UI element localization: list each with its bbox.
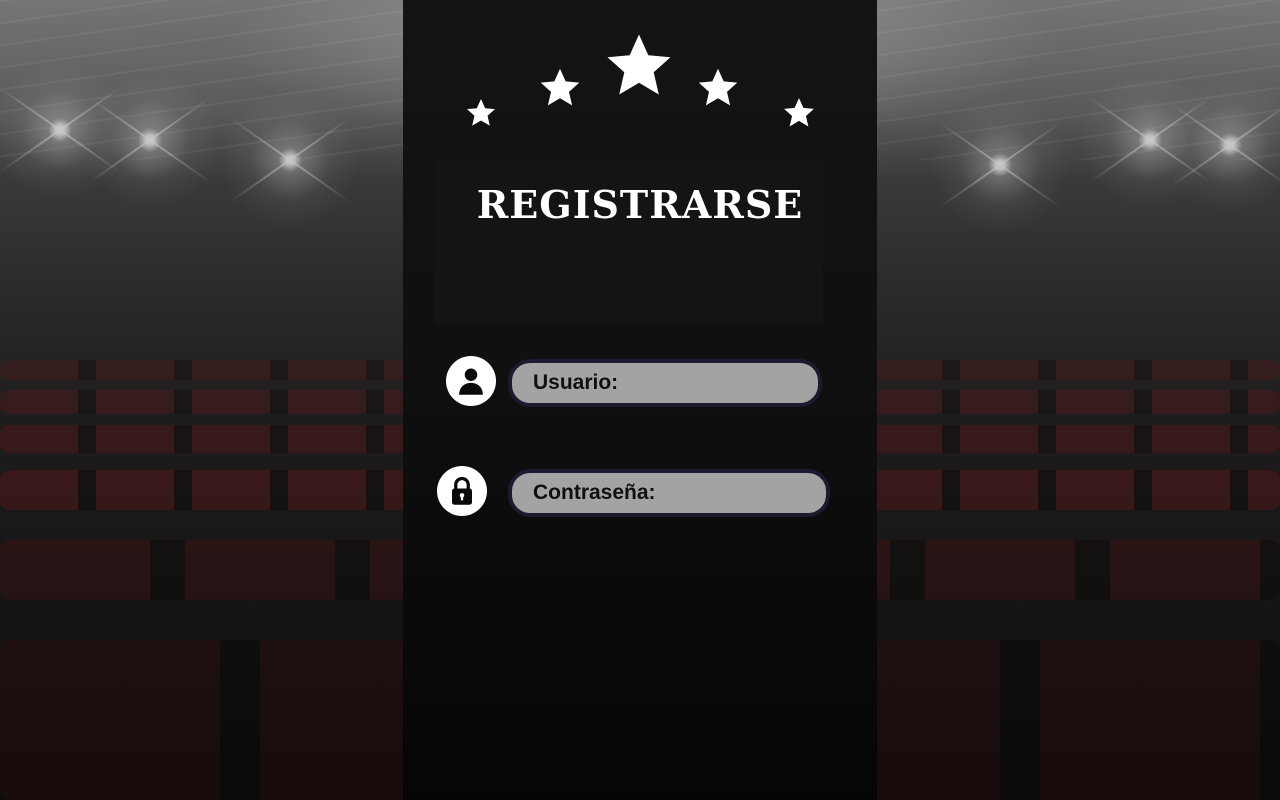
star-icon (784, 98, 814, 127)
lock-icon (437, 466, 487, 516)
password-label: Contraseña: (533, 481, 656, 504)
page: REGISTRARSE Usuario: Contraseña: (0, 0, 1280, 800)
star-icon (698, 68, 738, 106)
password-field[interactable]: Contraseña: (508, 469, 830, 517)
username-label: Usuario: (533, 371, 619, 394)
user-icon (446, 356, 496, 406)
star-icon (467, 99, 495, 126)
page-title: REGISTRARSE (476, 182, 804, 227)
lock-icon-glyph (452, 476, 472, 505)
register-panel: REGISTRARSE Usuario: Contraseña: (403, 0, 877, 800)
stars-decoration (403, 0, 877, 150)
username-field[interactable]: Usuario: (508, 359, 822, 407)
star-icon (540, 68, 580, 106)
user-icon-glyph (459, 368, 483, 395)
star-icon (607, 34, 671, 95)
